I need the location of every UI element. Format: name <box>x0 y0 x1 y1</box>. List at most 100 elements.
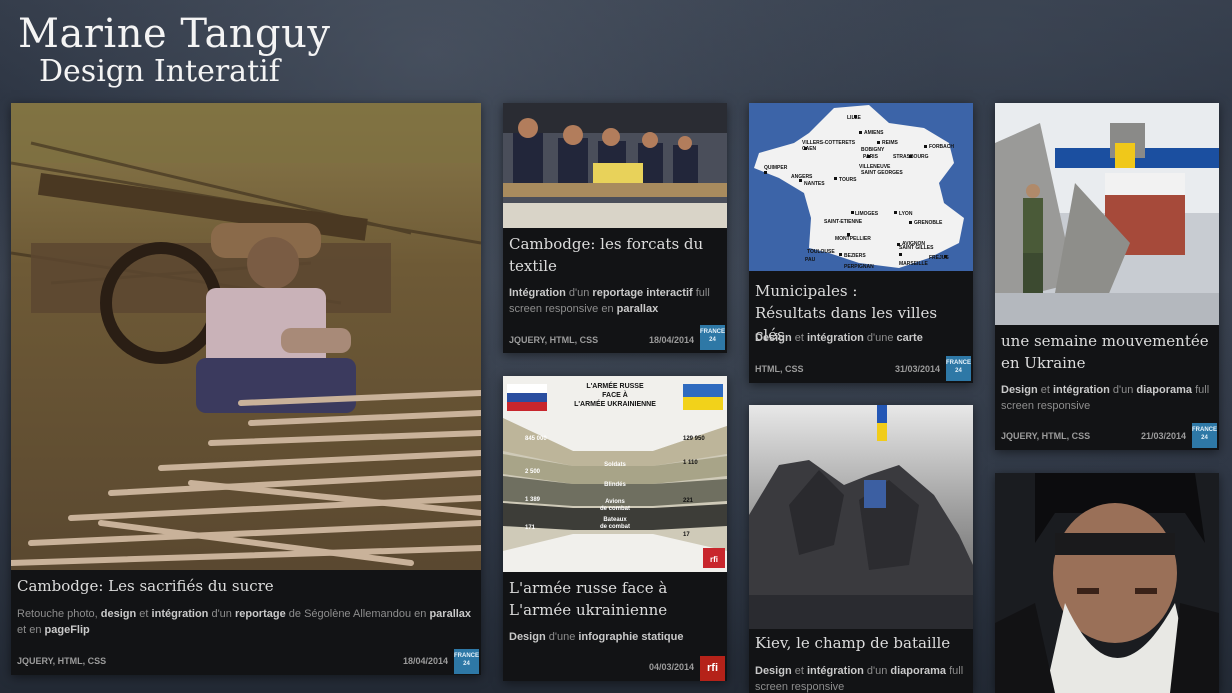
description-keyword: parallax <box>616 303 659 315</box>
description-keyword: pageFlip <box>44 624 90 636</box>
description-text: Retouche photo <box>17 608 95 620</box>
description-keyword: parallax <box>429 608 472 620</box>
description-text: d'un <box>863 665 891 677</box>
site-header: Marine Tanguy Design Interatif <box>18 12 331 88</box>
france24-logo: FRANCE 24 <box>1192 423 1217 448</box>
card-tags: HTML, CSS <box>755 364 804 374</box>
svg-text:LILLE: LILLE <box>847 115 862 121</box>
svg-text:rfi: rfi <box>710 555 718 564</box>
svg-text:GRENOBLE: GRENOBLE <box>914 220 943 226</box>
description-keyword: carte <box>896 332 923 344</box>
project-card-armee-russe[interactable]: L'ARMÉE RUSSE FACE À L'ARMÉE UKRAINIENNE… <box>503 376 727 681</box>
svg-text:SAINT GEORGES: SAINT GEORGES <box>861 170 903 176</box>
svg-text:QUIMPER: QUIMPER <box>764 165 788 171</box>
svg-text:BOBIGNY: BOBIGNY <box>861 147 885 153</box>
svg-text:Bateaux: Bateaux <box>603 517 627 523</box>
svg-text:Avions: Avions <box>605 499 625 505</box>
description-text: d'un <box>208 608 235 620</box>
thumbnail-cambodge-sucre <box>11 103 481 570</box>
card-date: 31/03/2014 <box>894 364 940 374</box>
card-tags: JQUERY, HTML, CSS <box>509 335 599 345</box>
svg-text:1 389: 1 389 <box>525 497 541 503</box>
description-keyword: reportage <box>234 608 286 620</box>
svg-text:PERPIGNAN: PERPIGNAN <box>844 264 874 270</box>
card-title: Kiev, le champ de bataille <box>755 634 951 652</box>
description-text: d'une <box>545 631 579 643</box>
card-description: Retouche photo, design et intégration d'… <box>17 606 475 638</box>
description-text: et <box>1037 384 1053 396</box>
svg-text:Blindés: Blindés <box>604 482 626 488</box>
project-card-sucre[interactable]: Cambodge: Les sacrifiés du sucre Retouch… <box>11 103 481 675</box>
thumbnail-kiev <box>749 405 973 629</box>
description-keyword: intégration <box>806 665 864 677</box>
description-keyword: intégration <box>151 608 209 620</box>
france24-logo: FRANCE 24 <box>454 649 479 674</box>
svg-text:FACE À: FACE À <box>602 390 628 399</box>
rfi-logo: rfi <box>700 656 725 681</box>
description-keyword: intégration <box>1052 384 1110 396</box>
svg-text:Soldats: Soldats <box>604 462 626 468</box>
description-keyword: Design <box>509 631 546 643</box>
project-card-ukraine[interactable]: une semaine mouvementée en Ukraine Desig… <box>995 103 1219 450</box>
card-description: Design d'une infographie statique <box>509 629 721 645</box>
card-date: 18/04/2014 <box>402 656 448 666</box>
site-title: Marine Tanguy <box>18 11 331 57</box>
card-date: 18/04/2014 <box>648 335 694 345</box>
description-text: d'un <box>565 287 593 299</box>
svg-text:PAU: PAU <box>805 257 816 263</box>
card-date: 21/03/2014 <box>1140 431 1186 441</box>
portrait-image <box>995 473 1219 693</box>
svg-text:NANTES: NANTES <box>804 181 825 187</box>
svg-text:171: 171 <box>525 525 536 531</box>
description-keyword: diaporama <box>890 665 947 677</box>
svg-text:FORBACH: FORBACH <box>929 144 954 150</box>
thumbnail-cambodge-textile <box>503 103 727 228</box>
svg-text:LIMOGES: LIMOGES <box>855 211 879 217</box>
svg-text:de combat: de combat <box>600 524 630 530</box>
kiev-statue-image <box>749 405 973 629</box>
description-keyword: Design <box>755 665 792 677</box>
svg-text:129 950: 129 950 <box>683 436 705 442</box>
factory-workers-image <box>503 103 727 228</box>
description-keyword: Intégration <box>509 287 566 299</box>
description-text: de Ségolène Allemandou en <box>285 608 430 620</box>
france24-logo: FRANCE 24 <box>946 356 971 381</box>
thumbnail-municipales: LILLE AMIENS REIMS FORBACH VILLERS-COTTERE… <box>749 103 973 271</box>
boy-with-cart-image <box>11 103 481 570</box>
svg-text:AMIENS: AMIENS <box>864 130 884 136</box>
card-title: Cambodge: Les sacrifiés du sucre <box>17 577 274 595</box>
description-keyword: reportage interactif <box>592 287 693 299</box>
svg-text:1 110: 1 110 <box>683 460 698 466</box>
project-card-textile[interactable]: Cambodge: les forcats du textile Intégra… <box>503 103 727 353</box>
svg-text:SAINT GILLES: SAINT GILLES <box>899 245 934 251</box>
svg-text:TOULOUSE: TOULOUSE <box>807 249 835 255</box>
description-text: et <box>791 332 807 344</box>
card-tags: JQUERY, HTML, CSS <box>17 656 107 666</box>
card-description: Design et intégration d'un diaporama ful… <box>1001 382 1213 414</box>
svg-text:FREJUS: FREJUS <box>929 255 949 261</box>
france-map-image: LILLEAMIENS REIMSFORBACH VILLERS-COTTERE… <box>749 103 973 271</box>
svg-text:STRASBOURG: STRASBOURG <box>893 154 929 160</box>
thumbnail-infographie: L'ARMÉE RUSSE FACE À L'ARMÉE UKRAINIENNE… <box>503 376 727 572</box>
description-keyword: design <box>100 608 137 620</box>
description-keyword: Design <box>755 332 792 344</box>
card-date: 04/03/2014 <box>648 662 694 672</box>
project-card-kiev[interactable]: Kiev, le champ de bataille Design et int… <box>749 405 973 693</box>
thumbnail-portrait <box>995 473 1219 693</box>
svg-text:TOURS: TOURS <box>839 177 857 183</box>
card-title: une semaine mouvementée en Ukraine <box>1001 332 1209 372</box>
svg-text:BEZIERS: BEZIERS <box>844 253 866 259</box>
description-keyword: Design <box>1001 384 1038 396</box>
description-text: et en <box>17 624 45 636</box>
svg-text:CAEN: CAEN <box>802 146 817 152</box>
card-description: Design et intégration d'un diaporama ful… <box>755 663 967 693</box>
svg-text:REIMS: REIMS <box>882 140 899 146</box>
card-description: Intégration d'un reportage interactif fu… <box>509 285 721 317</box>
description-text: d'une <box>863 332 897 344</box>
card-tags: JQUERY, HTML, CSS <box>1001 431 1091 441</box>
svg-text:MARSEILLE: MARSEILLE <box>899 261 929 267</box>
project-card-portrait[interactable] <box>995 473 1219 693</box>
description-text: et <box>791 665 807 677</box>
france24-logo: FRANCE 24 <box>700 325 725 350</box>
project-card-municipales[interactable]: LILLE AMIENS REIMS FORBACH VILLERS-COTTERE… <box>749 103 973 383</box>
